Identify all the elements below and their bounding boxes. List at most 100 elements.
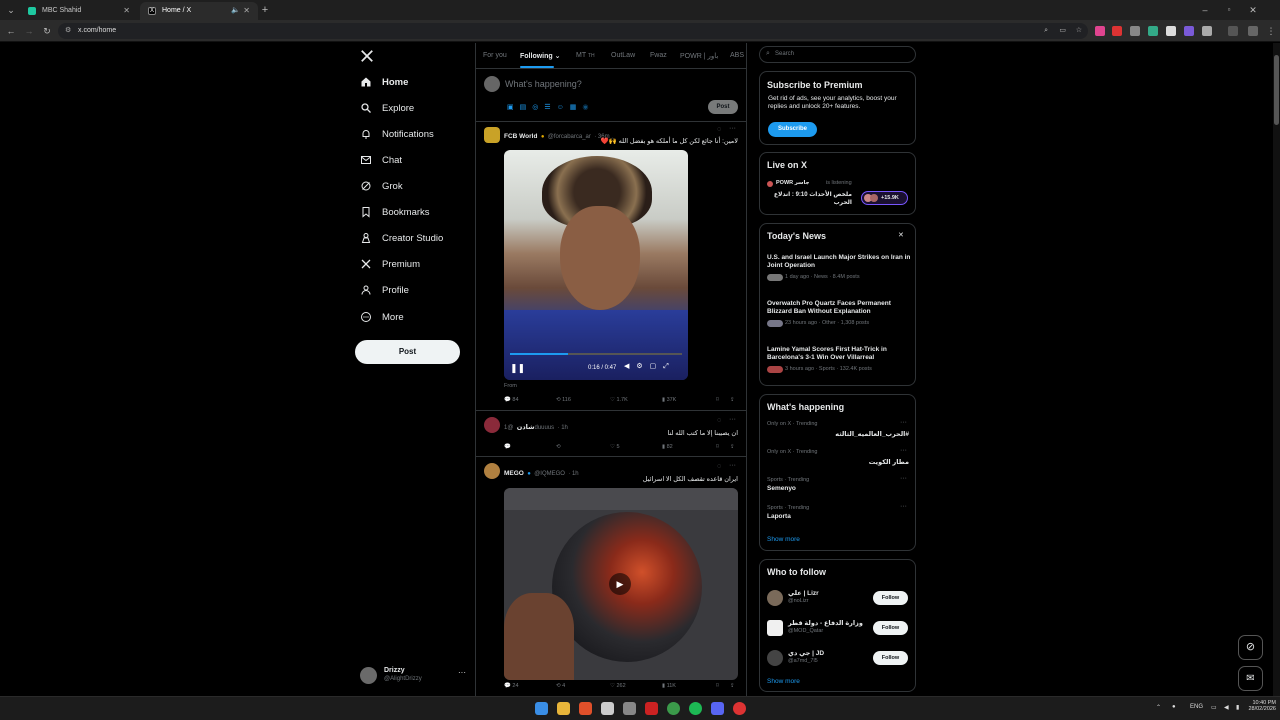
tab-fwaz[interactable]: Fwaz <box>650 52 667 59</box>
x-logo-icon[interactable] <box>360 49 374 63</box>
more-dots-icon[interactable]: ··· <box>900 447 907 454</box>
tweet-video[interactable]: ▶ <box>504 488 738 680</box>
show-more-link[interactable]: Show more <box>767 678 800 685</box>
messages-float-icon[interactable]: ✉ <box>1238 666 1263 691</box>
volume-icon[interactable]: ◀ <box>1224 704 1229 711</box>
clock[interactable]: 10:40 PM 28/02/2026 <box>1244 700 1276 712</box>
live-host[interactable]: POWR جاسر <box>776 180 810 186</box>
avatar[interactable] <box>484 127 500 143</box>
more-dots-icon[interactable]: ··· <box>729 462 736 469</box>
fullscreen-icon[interactable]: ⤢ <box>663 363 676 370</box>
more-dots-icon[interactable]: ··· <box>900 503 907 510</box>
app-icon[interactable] <box>601 702 614 715</box>
tray-chevron-icon[interactable]: ⌃ <box>1156 704 1161 711</box>
location-icon[interactable]: ◉ <box>582 104 594 111</box>
like-button[interactable]: ♡ 262 <box>610 683 626 689</box>
tweet-video[interactable]: ❚❚ 0:16 / 0:47 ◀⚙▢⤢ <box>504 150 688 380</box>
profile-icon[interactable] <box>1248 26 1258 36</box>
close-icon[interactable]: ✕ <box>898 231 904 239</box>
address-bar-input[interactable]: ⚙ x.com/home ⌕ ▭ ☆ <box>58 23 1088 39</box>
follow-suggestion[interactable]: جي دي | JD @a7md_7l5 Follow <box>760 647 917 671</box>
search-box[interactable]: ⌕ Search <box>759 46 916 63</box>
more-dots-icon[interactable]: ··· <box>729 416 736 423</box>
cast-icon[interactable]: ▭ <box>1059 23 1066 39</box>
extension-icon[interactable] <box>1130 26 1140 36</box>
network-icon[interactable]: ▭ <box>1211 704 1217 711</box>
share-icon[interactable]: ⇪ <box>730 397 735 403</box>
reply-button[interactable]: 💬 <box>504 444 511 450</box>
trend-item[interactable]: Only on X · Trending مطار الكويت ··· <box>760 447 917 473</box>
tab-following[interactable]: Following ⌄ <box>520 52 561 60</box>
follow-suggestion[interactable]: علي | Lizr @noLizr Follow <box>760 587 917 611</box>
bookmark-icon[interactable]: ⌑ <box>716 444 719 450</box>
new-tab-icon[interactable]: + <box>258 3 272 17</box>
sidebar-item-more[interactable]: More <box>360 306 404 328</box>
sidebar-item-grok[interactable]: Grok <box>360 175 403 197</box>
poll-icon[interactable]: ☰ <box>544 104 556 111</box>
brave-icon[interactable] <box>579 702 592 715</box>
follow-suggestion[interactable]: وزارة الدفاع - دولة قطر @MOD_Qatar Follo… <box>760 617 917 641</box>
like-button[interactable]: ♡ 5 <box>610 444 620 450</box>
tweet-author-name[interactable]: شادن <box>517 424 535 431</box>
views-button[interactable]: ▮ 11K <box>662 683 676 689</box>
tab-menu-icon[interactable]: ⌄ <box>4 3 18 17</box>
tweet-author-handle[interactable]: @IQMEGO <box>534 471 565 477</box>
settings-icon[interactable]: ⚙ <box>636 363 649 370</box>
browser-tab-home-x[interactable]: X Home / X 🔈 ✕ <box>140 2 258 20</box>
minimize-icon[interactable]: – <box>1198 3 1212 17</box>
trend-item[interactable]: Sports · Trending Laporta ··· <box>760 503 917 529</box>
sidebar-item-chat[interactable]: Chat <box>360 149 402 171</box>
image-icon[interactable]: ▣ <box>507 104 520 111</box>
language-indicator[interactable]: ENG <box>1190 704 1203 710</box>
chrome-icon[interactable] <box>667 702 680 715</box>
menu-icon[interactable]: ⋮ <box>1264 24 1278 38</box>
bookmark-icon[interactable]: ⌑ <box>716 397 719 403</box>
close-icon[interactable]: ✕ <box>243 2 250 20</box>
news-item[interactable]: U.S. and Israel Launch Major Strikes on … <box>760 254 917 292</box>
extension-icon[interactable] <box>1166 26 1176 36</box>
repost-button[interactable]: ⟲ 116 <box>556 397 571 403</box>
bookmark-icon[interactable]: ⌑ <box>716 683 719 689</box>
compose-post-button[interactable]: Post <box>708 100 738 114</box>
tweet[interactable]: شادن @1duuuus · 1h ◌ ··· ان يصيبنا إلا م… <box>476 412 746 457</box>
close-icon[interactable]: ✕ <box>123 2 130 20</box>
more-dots-icon[interactable]: ··· <box>900 419 907 426</box>
extensions-puzzle-icon[interactable] <box>1202 26 1212 36</box>
tweet-author-handle[interactable]: @forcabarca_ar <box>548 134 591 140</box>
app-icon[interactable] <box>645 702 658 715</box>
bookmark-star-icon[interactable]: ☆ <box>1076 23 1082 39</box>
share-icon[interactable]: ⇪ <box>730 444 735 450</box>
schedule-icon[interactable]: ▦ <box>570 104 583 111</box>
live-listeners[interactable]: +15.9K <box>861 191 908 205</box>
site-info-icon[interactable]: ⚙ <box>65 23 71 39</box>
tab-outlaw[interactable]: OutLaw <box>611 52 635 59</box>
repost-button[interactable]: ⟲ <box>556 444 561 450</box>
window-close-icon[interactable]: ✕ <box>1246 3 1260 17</box>
sidebar-item-home[interactable]: Home <box>360 71 408 93</box>
grok-icon[interactable]: ◎ <box>532 104 544 111</box>
play-icon[interactable]: ▶ <box>609 573 631 595</box>
tab-mt[interactable]: MT TH <box>576 52 595 59</box>
spotify-icon[interactable] <box>689 702 702 715</box>
gif-icon[interactable]: ▤ <box>520 104 533 111</box>
account-switcher[interactable]: Drizzy @AlightDrizzy ··· <box>360 665 470 687</box>
grok-icon[interactable]: ◌ <box>717 126 721 133</box>
tweet[interactable]: FCB World ● @forcabarca_ar · 36m ◌ ··· ل… <box>476 123 746 411</box>
extension-icon[interactable] <box>1148 26 1158 36</box>
sidebar-item-notifications[interactable]: Notifications <box>360 123 434 145</box>
news-item[interactable]: Lamine Yamal Scores First Hat-Trick in B… <box>760 346 917 384</box>
maximize-icon[interactable]: ▫ <box>1222 3 1236 17</box>
views-button[interactable]: ▮ 37K <box>662 397 676 403</box>
reload-icon[interactable]: ↻ <box>40 24 54 38</box>
tweet-time[interactable]: · 1h <box>568 471 578 477</box>
trend-item[interactable]: Only on X · Trending #الحرب_العالميه_الث… <box>760 419 917 445</box>
reply-button[interactable]: 💬 84 <box>504 397 519 403</box>
extension-icon[interactable] <box>1112 26 1122 36</box>
trend-item[interactable]: Sports · Trending Semenyo ··· <box>760 475 917 501</box>
extension-icon[interactable] <box>1095 26 1105 36</box>
speaker-icon[interactable]: 🔈 <box>231 2 240 20</box>
tweet[interactable]: MEGO ● @IQMEGO · 1h ◌ ··· ايران قاعده تق… <box>476 458 746 696</box>
share-icon[interactable]: ⇪ <box>730 683 735 689</box>
repost-button[interactable]: ⟲ 4 <box>556 683 565 689</box>
avatar[interactable] <box>484 463 500 479</box>
